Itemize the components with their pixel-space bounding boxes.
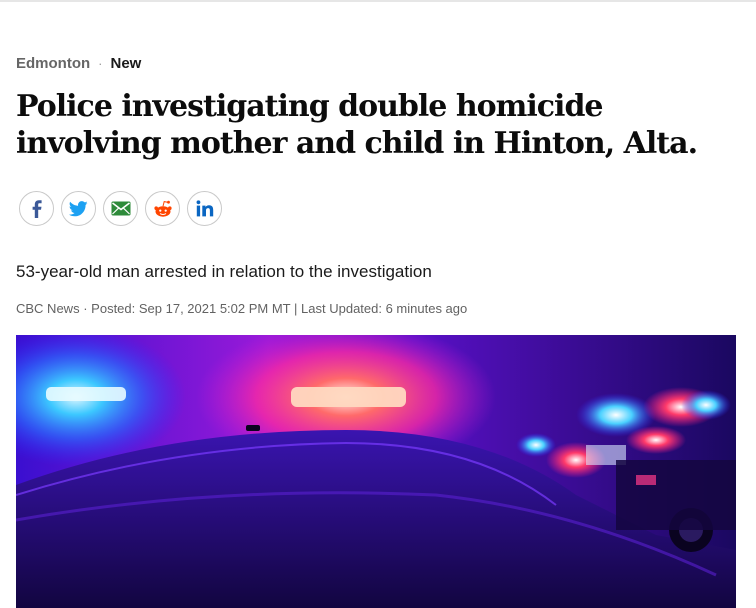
police-lights-photo <box>16 335 736 608</box>
reddit-icon <box>153 200 173 218</box>
share-facebook-button[interactable] <box>19 191 54 226</box>
breadcrumb: Edmonton · New <box>16 55 141 73</box>
share-reddit-button[interactable] <box>145 191 180 226</box>
article-headline: Police investigating double homicide inv… <box>16 89 698 161</box>
byline-posted-date: Posted: Sep 17, 2021 5:02 PM MT <box>91 301 291 316</box>
email-icon <box>111 201 131 216</box>
breadcrumb-new-tag: New <box>110 55 142 72</box>
linkedin-icon <box>196 200 214 217</box>
article-subheadline: 53-year-old man arrested in relation to … <box>16 262 432 281</box>
facebook-icon <box>30 199 44 218</box>
byline-separator: · <box>83 301 88 316</box>
article-byline: CBC News · Posted: Sep 17, 2021 5:02 PM … <box>16 300 467 317</box>
byline-last-updated: Last Updated: 6 minutes ago <box>301 301 468 316</box>
share-linkedin-button[interactable] <box>187 191 222 226</box>
share-twitter-button[interactable] <box>61 191 96 226</box>
share-email-button[interactable] <box>103 191 138 226</box>
byline-source: CBC News <box>16 301 80 316</box>
hero-image[interactable] <box>16 335 736 608</box>
top-divider <box>0 0 756 2</box>
breadcrumb-section-link[interactable]: Edmonton <box>16 55 90 73</box>
twitter-icon <box>69 200 88 217</box>
byline-divider: | <box>294 301 298 316</box>
share-bar <box>19 191 222 226</box>
breadcrumb-separator: · <box>98 56 103 71</box>
article-page: Edmonton · New Police investigating doub… <box>0 0 756 608</box>
